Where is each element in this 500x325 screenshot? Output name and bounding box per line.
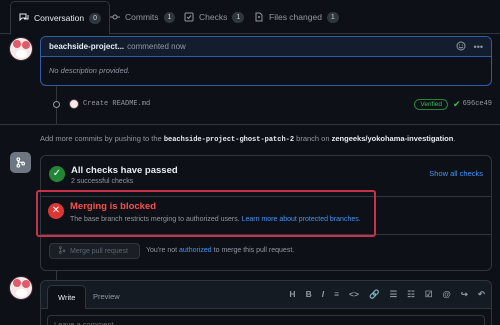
avatar[interactable] xyxy=(9,276,33,300)
blocked-description: The base branch restricts merging to aut… xyxy=(70,216,361,223)
bold-icon[interactable]: B xyxy=(306,289,312,300)
tab-count: 1 xyxy=(232,11,245,23)
tab-write[interactable]: Write xyxy=(47,285,87,309)
comment-body: No description provided. xyxy=(49,66,130,75)
divider xyxy=(0,124,500,125)
tab-label: Files changed xyxy=(269,12,322,22)
check-icon[interactable]: ✔ xyxy=(453,99,461,110)
tab-label: Checks xyxy=(199,12,228,22)
tab-count: 0 xyxy=(89,12,101,24)
task-list-icon[interactable]: ☑ xyxy=(425,289,433,300)
numbered-list-icon[interactable]: ☷ xyxy=(407,289,415,300)
comment-editor: Write Preview H B I ≡ <> 🔗 ☰ ☷ ☑ @ ↪ ↶ L… xyxy=(40,280,492,325)
tab-label: Conversation xyxy=(34,13,85,23)
repo-name[interactable]: zengeeks/yokohama-investigation xyxy=(332,134,454,143)
comment-meta: commented now xyxy=(127,42,186,51)
comment-textarea[interactable]: Leave a comment xyxy=(47,315,485,325)
undo-icon[interactable]: ↶ xyxy=(478,289,485,300)
mention-icon[interactable]: @ xyxy=(442,289,450,300)
tab-preview[interactable]: Preview xyxy=(83,285,130,309)
verified-badge[interactable]: Verified xyxy=(414,98,449,110)
bulleted-list-icon[interactable]: ☰ xyxy=(390,289,398,300)
commit-row: Create README.md Verified ✔ 696ce49 xyxy=(40,96,492,112)
tab-checks[interactable]: Checks 1 xyxy=(184,0,245,34)
commits-icon xyxy=(110,12,120,22)
merge-icon xyxy=(58,246,66,256)
comment-author[interactable]: beachside-project... xyxy=(49,42,124,51)
push-info-suffix: . xyxy=(453,134,456,143)
blocked-desc-text: The base branch restricts merging to aut… xyxy=(70,216,240,223)
pr-tabs: Conversation 0 Commits 1 Checks 1 Files … xyxy=(0,0,500,35)
comment-box: beachside-project... commented now ••• N… xyxy=(40,36,492,86)
editor-tabs: Write Preview H B I ≡ <> 🔗 ☰ ☷ ☑ @ ↪ ↶ xyxy=(41,281,491,309)
tab-files-changed[interactable]: Files changed 1 xyxy=(254,0,339,34)
push-info-prefix: Add more commits by pushing to the xyxy=(40,134,162,143)
show-all-checks-link[interactable]: Show all checks xyxy=(429,169,483,178)
avatar[interactable] xyxy=(9,37,33,61)
checks-row: ✓ All checks have passed 2 successful ch… xyxy=(49,163,485,189)
merge-note-prefix: You're not xyxy=(146,247,178,254)
blocked-x-icon: ✕ xyxy=(48,203,64,219)
smiley-icon[interactable] xyxy=(456,41,466,53)
italic-icon[interactable]: I xyxy=(322,289,324,300)
tab-label: Commits xyxy=(125,12,159,22)
commit-avatar[interactable] xyxy=(69,99,79,109)
commit-icon xyxy=(53,100,60,108)
authorized-link[interactable]: authorized xyxy=(179,247,212,254)
tab-count: 1 xyxy=(326,11,339,23)
merge-note-suffix: to merge this pull request. xyxy=(213,247,295,254)
commit-sha[interactable]: 696ce49 xyxy=(463,100,492,108)
merge-pull-request-button[interactable]: Merge pull request xyxy=(49,243,140,259)
merge-note: You're not authorized to merge this pull… xyxy=(146,247,294,254)
tab-conversation[interactable]: Conversation 0 xyxy=(10,1,110,35)
checks-icon xyxy=(184,12,194,22)
comment-header: beachside-project... commented now ••• xyxy=(41,37,491,57)
formatting-toolbar: H B I ≡ <> 🔗 ☰ ☷ ☑ @ ↪ ↶ xyxy=(289,289,485,300)
merge-button-label: Merge pull request xyxy=(70,247,128,255)
commit-message[interactable]: Create README.md xyxy=(83,100,150,108)
link-icon[interactable]: 🔗 xyxy=(369,289,380,300)
tab-commits[interactable]: Commits 1 xyxy=(110,0,176,34)
files-icon xyxy=(254,12,264,22)
merge-icon xyxy=(10,152,31,173)
blocked-title: Merging is blocked xyxy=(70,201,157,212)
protected-branches-link[interactable]: Learn more about protected branches. xyxy=(242,216,361,223)
kebab-icon[interactable]: ••• xyxy=(474,42,483,52)
check-circle-icon: ✓ xyxy=(49,166,65,182)
tab-count: 1 xyxy=(163,11,176,23)
reference-icon[interactable]: ↪ xyxy=(461,289,468,300)
conversation-icon xyxy=(19,13,29,23)
merging-blocked-highlight xyxy=(36,190,376,237)
checks-title: All checks have passed xyxy=(71,165,178,176)
quote-icon[interactable]: ≡ xyxy=(334,289,339,300)
branch-name[interactable]: beachside-project-ghost-patch-2 xyxy=(164,136,294,144)
checks-subtitle: 2 successful checks xyxy=(71,178,134,185)
push-info: Add more commits by pushing to the beach… xyxy=(40,134,455,144)
timeline-line xyxy=(56,271,57,280)
heading-icon[interactable]: H xyxy=(289,289,295,300)
code-icon[interactable]: <> xyxy=(349,289,359,300)
push-info-mid: branch on xyxy=(296,134,330,143)
